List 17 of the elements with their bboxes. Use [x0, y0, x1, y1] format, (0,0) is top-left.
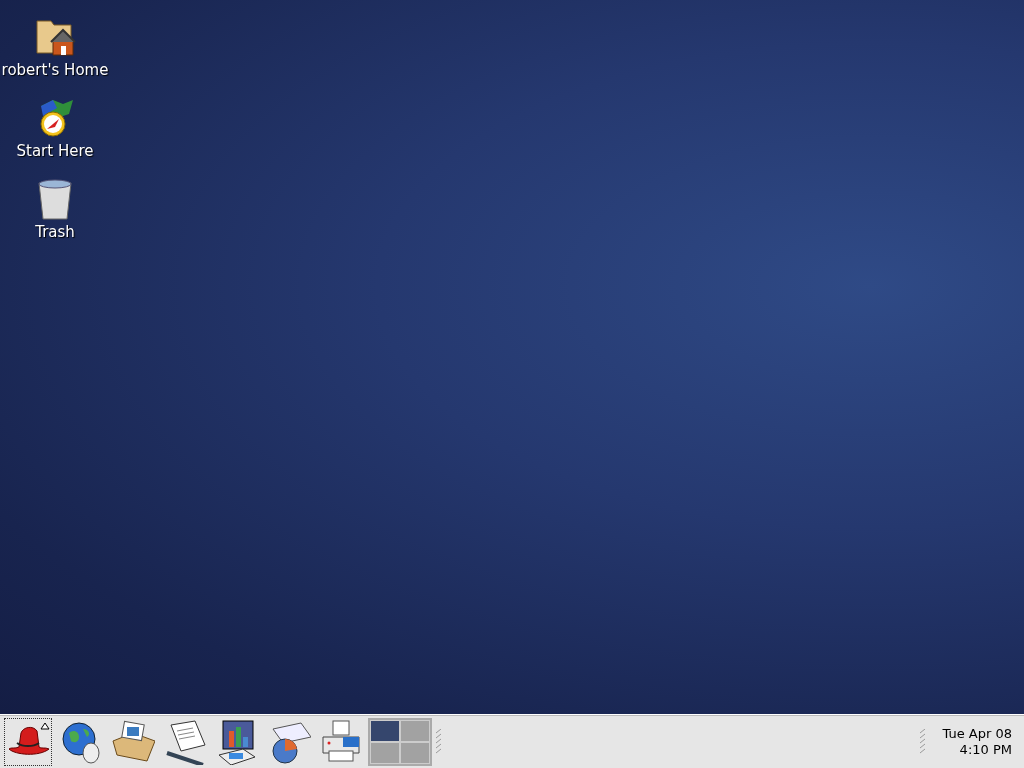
workspace-switcher[interactable] [368, 717, 432, 766]
trash-icon [35, 176, 75, 221]
workspace-cell[interactable] [401, 742, 429, 763]
main-menu-button[interactable] [4, 717, 52, 766]
icon-label[interactable]: Trash [35, 220, 75, 243]
clock-time: 4:10 PM [958, 741, 1012, 758]
workspace-cell[interactable] [371, 742, 399, 763]
printer-icon [319, 718, 363, 765]
envelope-icon [111, 718, 155, 765]
workspace-cell[interactable] [401, 720, 429, 741]
clock-date: Tue Apr 08 [942, 725, 1012, 742]
workspace-cell[interactable] [371, 720, 399, 741]
icon-label[interactable]: robert's Home [1, 58, 109, 81]
document-pen-icon [163, 718, 207, 765]
drag-handle-icon[interactable] [920, 728, 927, 755]
drag-handle-icon[interactable] [436, 728, 442, 755]
icon-label[interactable]: Start Here [16, 139, 94, 162]
